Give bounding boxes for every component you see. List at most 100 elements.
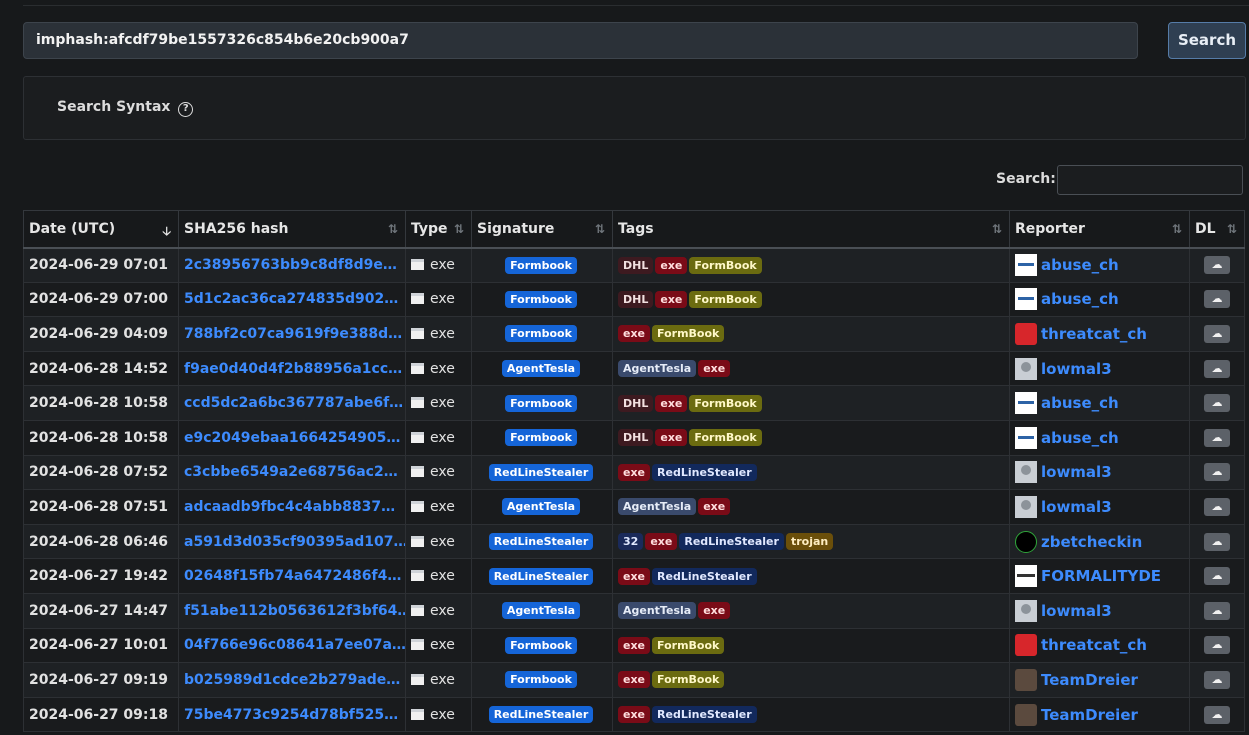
download-icon[interactable]: ☁ — [1204, 532, 1230, 551]
signature-badge[interactable]: RedLineStealer — [488, 567, 594, 585]
signature-badge[interactable]: AgentTesla — [501, 360, 581, 378]
download-icon[interactable]: ☁ — [1204, 567, 1230, 586]
tag-badge[interactable]: FormBook — [689, 290, 762, 308]
tag-badge[interactable]: exe — [618, 636, 651, 654]
tag-badge[interactable]: RedLineStealer — [679, 533, 784, 551]
tag-badge[interactable]: DHL — [618, 394, 654, 412]
download-icon[interactable]: ☁ — [1204, 359, 1230, 378]
col-type[interactable]: Type ⇅ — [405, 210, 472, 249]
col-reporter[interactable]: Reporter ⇅ — [1009, 210, 1190, 249]
tag-badge[interactable]: exe — [698, 602, 731, 620]
tag-badge[interactable]: trojan — [785, 533, 834, 551]
download-icon[interactable]: ☁ — [1204, 670, 1230, 689]
sha256-link[interactable]: 788bf2c07ca9619f9e388d… — [178, 316, 406, 352]
tag-badge[interactable]: FormBook — [689, 429, 762, 447]
sha256-link[interactable]: 02648f15fb74a6472486f4… — [178, 558, 406, 594]
reporter-link[interactable]: abuse_ch — [1041, 290, 1119, 308]
tag-badge[interactable]: exe — [618, 463, 651, 481]
reporter-link[interactable]: lowmal3 — [1041, 360, 1112, 378]
download-icon[interactable]: ☁ — [1204, 394, 1230, 413]
signature-badge[interactable]: AgentTesla — [501, 602, 581, 620]
tag-badge[interactable]: DHL — [618, 256, 654, 274]
sha256-link[interactable]: f51abe112b0563612f3bf64… — [178, 592, 406, 629]
sha256-link[interactable]: 5d1c2ac36ca274835d902… — [178, 281, 406, 318]
download-icon[interactable]: ☁ — [1204, 463, 1230, 482]
sha256-link[interactable]: 75be4773c9254d78bf525… — [178, 696, 406, 733]
reporter-link[interactable]: FORMALITYDE — [1041, 567, 1161, 585]
sha256-link[interactable]: c3cbbe6549a2e68756ac2… — [178, 454, 406, 491]
sha256-link[interactable]: 2c38956763bb9c8df8d9e… — [178, 247, 406, 283]
signature-badge[interactable]: RedLineStealer — [488, 533, 594, 551]
tag-badge[interactable]: exe — [618, 706, 651, 724]
sha256-link[interactable]: adcaadb9fbc4c4abb8837… — [178, 489, 406, 525]
tag-badge[interactable]: AgentTesla — [618, 360, 697, 378]
tag-badge[interactable]: FormBook — [689, 394, 762, 412]
col-date[interactable]: Date (UTC) 🡣 — [23, 210, 179, 249]
reporter-link[interactable]: lowmal3 — [1041, 463, 1112, 481]
reporter-link[interactable]: zbetcheckin — [1041, 533, 1142, 551]
sha256-link[interactable]: 04f766e96c08641a7ee07a… — [178, 627, 406, 664]
tag-badge[interactable]: exe — [655, 256, 688, 274]
reporter-link[interactable]: abuse_ch — [1041, 394, 1119, 412]
signature-badge[interactable]: Formbook — [505, 636, 577, 654]
tag-badge[interactable]: FormBook — [652, 671, 725, 689]
tag-badge[interactable]: DHL — [618, 290, 654, 308]
tag-badge[interactable]: exe — [698, 498, 731, 516]
sha256-link[interactable]: ccd5dc2a6bc367787abe6f… — [178, 385, 406, 421]
tag-badge[interactable]: FormBook — [652, 636, 725, 654]
tag-badge[interactable]: RedLineStealer — [652, 706, 757, 724]
signature-badge[interactable]: AgentTesla — [501, 498, 581, 516]
download-icon[interactable]: ☁ — [1204, 636, 1230, 655]
col-signature[interactable]: Signature ⇅ — [471, 210, 613, 249]
tag-badge[interactable]: exe — [655, 290, 688, 308]
col-dl[interactable]: DL ⇅ — [1189, 210, 1245, 249]
download-icon[interactable]: ☁ — [1204, 705, 1230, 724]
col-sha256[interactable]: SHA256 hash ⇅ — [178, 210, 406, 249]
tag-badge[interactable]: exe — [618, 671, 651, 689]
signature-badge[interactable]: Formbook — [505, 394, 577, 412]
sha256-link[interactable]: a591d3d035cf90395ad107… — [178, 523, 406, 560]
tag-badge[interactable]: RedLineStealer — [652, 567, 757, 585]
tag-badge[interactable]: exe — [618, 567, 651, 585]
reporter-link[interactable]: threatcat_ch — [1041, 636, 1147, 654]
tag-badge[interactable]: RedLineStealer — [652, 463, 757, 481]
reporter-link[interactable]: abuse_ch — [1041, 429, 1119, 447]
signature-badge[interactable]: Formbook — [505, 429, 577, 447]
download-icon[interactable]: ☁ — [1204, 290, 1230, 309]
download-icon[interactable]: ☁ — [1204, 497, 1230, 516]
signature-badge[interactable]: Formbook — [505, 325, 577, 343]
col-tags[interactable]: Tags ⇅ — [612, 210, 1010, 249]
download-icon[interactable]: ☁ — [1204, 428, 1230, 447]
tag-badge[interactable]: exe — [655, 429, 688, 447]
tag-badge[interactable]: exe — [618, 325, 651, 343]
signature-badge[interactable]: Formbook — [505, 671, 577, 689]
download-icon[interactable]: ☁ — [1204, 256, 1230, 275]
reporter-link[interactable]: abuse_ch — [1041, 256, 1119, 274]
search-button[interactable]: Search — [1168, 22, 1246, 59]
reporter-link[interactable]: lowmal3 — [1041, 602, 1112, 620]
reporter-link[interactable]: threatcat_ch — [1041, 325, 1147, 343]
tag-badge[interactable]: AgentTesla — [618, 602, 697, 620]
reporter-link[interactable]: lowmal3 — [1041, 498, 1112, 516]
download-icon[interactable]: ☁ — [1204, 601, 1230, 620]
tag-badge[interactable]: 32 — [618, 533, 644, 551]
search-syntax-toggle[interactable]: Search Syntax ? — [57, 99, 194, 117]
tag-badge[interactable]: exe — [698, 360, 731, 378]
download-icon[interactable]: ☁ — [1204, 324, 1230, 343]
signature-badge[interactable]: RedLineStealer — [488, 706, 594, 724]
sha256-link[interactable]: b025989d1cdce2b279ade… — [178, 662, 406, 698]
tag-badge[interactable]: DHL — [618, 429, 654, 447]
reporter-link[interactable]: TeamDreier — [1041, 706, 1138, 724]
sha256-link[interactable]: e9c2049ebaa1664254905… — [178, 419, 406, 456]
tag-badge[interactable]: exe — [645, 533, 678, 551]
tag-badge[interactable]: FormBook — [652, 325, 725, 343]
tag-badge[interactable]: exe — [655, 394, 688, 412]
signature-badge[interactable]: Formbook — [505, 256, 577, 274]
sha256-link[interactable]: f9ae0d40d4f2b88956a1cc… — [178, 350, 406, 387]
table-filter-input[interactable] — [1057, 165, 1243, 195]
signature-badge[interactable]: RedLineStealer — [488, 463, 594, 481]
search-input[interactable]: imphash:afcdf79be1557326c854b6e20cb900a7 — [23, 22, 1138, 59]
signature-badge[interactable]: Formbook — [505, 290, 577, 308]
tag-badge[interactable]: AgentTesla — [618, 498, 697, 516]
reporter-link[interactable]: TeamDreier — [1041, 671, 1138, 689]
